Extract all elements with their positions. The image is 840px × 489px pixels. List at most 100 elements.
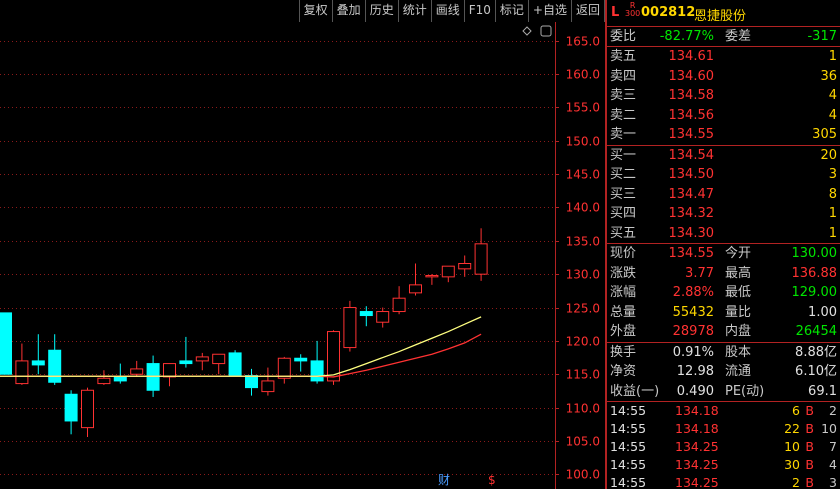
tick-side: B [805,421,814,436]
candle-up [392,297,406,313]
candle-down [294,357,308,362]
tick-time: 14:55 [610,439,647,454]
candle-down [359,311,373,317]
bid-row[interactable]: 买一 134.54 20 [607,146,840,166]
candle-down [245,375,258,389]
ask-row[interactable]: 卖四 134.60 36 [607,67,840,87]
tick-row: 14:55 134.18 22 B 10 [607,420,840,438]
stock-header: L R 300 002812 恩捷股份 [607,0,840,27]
candle-up [441,265,455,278]
bid-label: 买二 [610,167,637,182]
volume-value: 55432 [672,304,714,320]
bid-label: 买一 [610,147,637,163]
candle-up [97,377,111,385]
f10-button[interactable]: F10 [463,0,495,22]
tick-time: 14:55 [610,457,647,472]
tick-side: B [805,475,814,489]
stock-name[interactable]: 恩捷股份 [694,5,746,24]
inner-label: 内盘 [725,324,752,339]
draw-line-button[interactable]: 画线 [430,0,464,22]
quote-panel: L R 300 002812 恩捷股份 委比 -82.77% 委差 -317 卖五… [605,0,840,489]
candle-down [31,360,45,366]
ask-label: 卖三 [610,88,637,103]
tick-price: 134.18 [675,421,719,436]
y-tick-label: 155.0 [566,101,600,115]
bid-row[interactable]: 买二 134.50 3 [607,165,840,185]
candle-up [195,356,209,362]
eps-label: 收益(一) [610,383,660,399]
outer-label: 外盘 [610,324,637,339]
tick-volume: 6 [792,403,800,418]
stat-row-price: 现价 134.55 今开 130.00 [607,244,840,264]
bid-label: 买四 [610,206,637,221]
candle-up [130,368,144,375]
kline-chart-svg[interactable]: 165.0 160.0 155.0 150.0 145.0 140.0 135.0 130.0… [0,0,605,489]
history-button[interactable]: 历史 [364,0,398,22]
bid-volume: 8 [828,186,837,202]
weicha-label: 委差 [725,29,752,44]
tick-row: 14:55 134.25 30 B 4 [607,456,840,474]
tick-time: 14:55 [610,475,647,489]
ask-row[interactable]: 卖三 134.58 4 [607,86,840,106]
fuquan-button[interactable]: 复权 [298,0,332,22]
tick-count: 7 [829,439,837,454]
candle-up [15,360,29,385]
bid-row[interactable]: 买三 134.47 8 [607,185,840,205]
candle-down [310,360,324,382]
statistics-button[interactable]: 统计 [397,0,431,22]
candle-down [146,363,160,391]
ask-price: 134.61 [668,49,715,64]
high-label: 最高 [725,265,752,281]
back-button[interactable]: 返回 [570,0,605,22]
bid-price: 134.30 [668,225,715,241]
candle-down [0,312,12,375]
ask-volume: 4 [828,107,837,123]
current-price-label: 现价 [610,246,637,261]
bid-price: 134.50 [668,167,715,182]
expand-icon [540,25,552,37]
stat-row-netasset: 净资 12.98 流通 6.10亿 [607,362,840,382]
bid-row[interactable]: 买四 134.32 1 [607,204,840,224]
weibi-value: -82.77% [659,29,714,44]
bid-book: 买一 134.54 20 买二 134.50 3 买三 134.47 8 买四 134.32 1… [607,146,840,244]
candle-up [458,263,472,270]
inner-value: 26454 [795,324,837,339]
ask-volume: 36 [820,68,837,84]
bid-volume: 1 [828,225,837,241]
ask-row[interactable]: 卖二 134.56 4 [607,106,840,126]
candle-up [474,243,488,275]
tick-price: 134.25 [675,475,719,489]
weibi-label: 委比 [610,29,637,44]
bid-price: 134.54 [668,147,715,163]
pe-label: PE(动) [725,383,765,399]
mark-button[interactable]: 标记 [494,0,528,22]
candle-up [261,380,275,393]
bid-row[interactable]: 买五 134.30 1 [607,224,840,244]
ask-volume: 4 [828,88,837,103]
high-value: 136.88 [791,265,838,281]
ask-row[interactable]: 卖五 134.61 1 [607,47,840,67]
stock-code[interactable]: 002812 [641,5,695,20]
tick-count: 3 [829,475,837,489]
kline-chart[interactable]: 165.0 160.0 155.0 150.0 145.0 140.0 135.0 130.0… [0,0,605,489]
share-capital-label: 股本 [725,344,752,360]
candle-down [48,349,62,383]
candle-up [81,389,94,429]
candle-up [376,311,390,323]
candle-down [179,360,193,365]
y-tick-label: 125.0 [566,302,600,316]
ask-row[interactable]: 卖一 134.55 305 [607,125,840,145]
tick-count: 10 [821,421,837,436]
change-pct-label: 涨幅 [610,285,637,300]
overlay-button[interactable]: 叠加 [331,0,365,22]
tick-list[interactable]: 14:55 134.18 6 B 2 14:55 134.18 22 B 10 14:55 134… [607,402,840,489]
price-stats: 现价 134.55 今开 130.00 涨跌 3.77 最高 136.88 涨幅 2.88% 最… [607,244,840,343]
y-tick-label: 145.0 [566,168,600,182]
weibi-row: 委比 -82.77% 委差 -317 [607,27,840,47]
ask-price: 134.55 [668,127,715,142]
add-watchlist-button[interactable]: +自选 [527,0,571,22]
chart-toolbar: 复权 叠加 历史 统计 画线 F10 标记 +自选 返回 [0,0,605,22]
eps-value: 0.490 [676,383,714,399]
stock-market-marker: L [611,5,620,20]
tick-volume: 2 [792,475,800,489]
